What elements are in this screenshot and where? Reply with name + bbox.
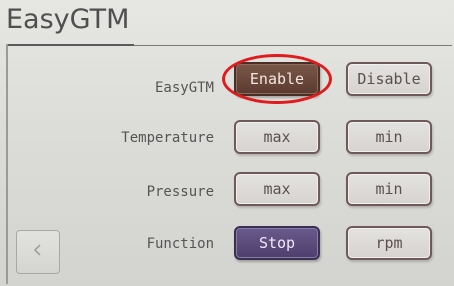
- temperature-label: Temperature: [121, 130, 214, 146]
- temperature-max-button[interactable]: max: [234, 120, 320, 154]
- title-underline: [6, 44, 134, 46]
- pressure-max-button[interactable]: max: [234, 172, 320, 206]
- back-button[interactable]: [16, 230, 60, 274]
- left-frame-border: [6, 44, 8, 284]
- enable-button[interactable]: Enable: [234, 62, 320, 96]
- rpm-button[interactable]: rpm: [346, 226, 432, 260]
- function-label: Function: [146, 236, 214, 252]
- chevron-left-icon: [32, 242, 44, 262]
- stop-button[interactable]: Stop: [234, 226, 320, 260]
- header-divider: [134, 45, 452, 46]
- pressure-label: Pressure: [146, 184, 214, 200]
- temperature-min-button[interactable]: min: [346, 120, 432, 154]
- easygtm-label: EasyGTM: [154, 80, 214, 96]
- page-title: EasyGTM: [6, 4, 130, 35]
- disable-button[interactable]: Disable: [346, 62, 432, 96]
- pressure-min-button[interactable]: min: [346, 172, 432, 206]
- easygtm-screen: EasyGTM EasyGTM Enable Disable Temperatu…: [0, 0, 454, 286]
